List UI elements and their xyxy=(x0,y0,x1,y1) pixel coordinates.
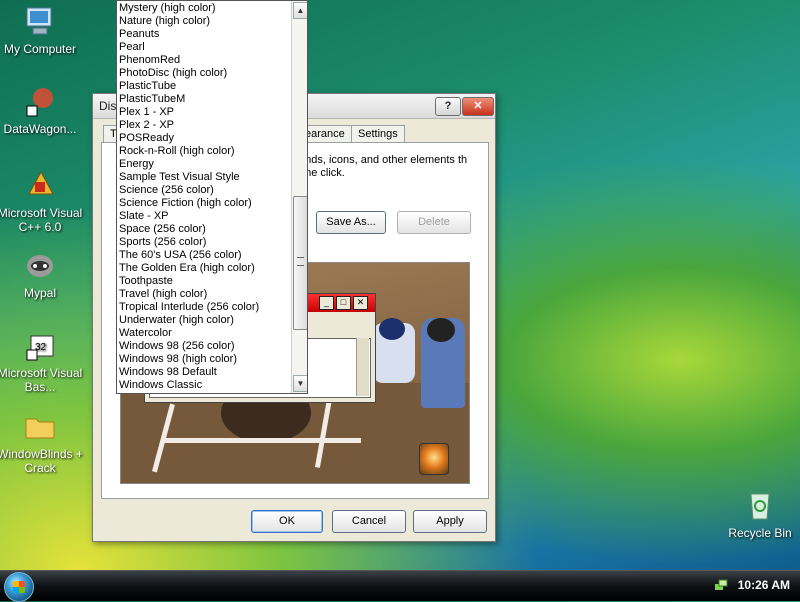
maximize-icon: □ xyxy=(336,296,351,310)
theme-list-item[interactable]: Windows 98 Default xyxy=(119,366,289,379)
theme-list-item[interactable]: Toothpaste xyxy=(119,275,289,288)
theme-list-item[interactable]: PhotoDisc (high color) xyxy=(119,67,289,80)
theme-list-item[interactable]: Nature (high color) xyxy=(119,15,289,28)
clock[interactable]: 10:26 AM xyxy=(738,578,790,592)
scroll-up-icon[interactable]: ▲ xyxy=(293,2,307,19)
theme-list-item[interactable]: Energy xyxy=(119,158,289,171)
scroll-thumb[interactable] xyxy=(293,196,307,330)
theme-list-item[interactable]: Windows 98 (high color) xyxy=(119,353,289,366)
datawagon-icon xyxy=(26,88,53,117)
theme-list-item[interactable]: Watercolor xyxy=(119,327,289,340)
desktop-icon-label: DataWagon... xyxy=(3,122,77,136)
theme-list-item[interactable]: PlasticTube xyxy=(119,80,289,93)
theme-list-item[interactable]: Peanuts xyxy=(119,28,289,41)
theme-list-item[interactable]: Travel (high color) xyxy=(119,288,289,301)
network-tray-icon[interactable] xyxy=(714,578,728,592)
preview-catcher-helmet xyxy=(379,318,405,340)
close-button[interactable]: ✕ xyxy=(462,97,494,116)
theme-list-item[interactable]: Rock-n-Roll (high color) xyxy=(119,145,289,158)
theme-list-item[interactable]: Science Fiction (high color) xyxy=(119,197,289,210)
recycle-bin-icon xyxy=(750,493,770,520)
dialog-title: Dis xyxy=(99,99,117,113)
tab-settings[interactable]: Settings xyxy=(351,125,405,143)
cancel-button[interactable]: Cancel xyxy=(332,510,406,533)
desktop-icon-label: Mypal xyxy=(23,286,56,300)
theme-list-item[interactable]: Tropical Interlude (256 color) xyxy=(119,301,289,314)
theme-list-item[interactable]: Underwater (high color) xyxy=(119,314,289,327)
theme-dropdown-list[interactable]: Mystery (high color) Nature (high color) P… xyxy=(116,0,308,394)
theme-list-item[interactable]: Plex 2 - XP xyxy=(119,119,289,132)
taskbar: 10:26 AM xyxy=(0,570,800,602)
desktop-icon-my-computer[interactable]: My Computer xyxy=(0,4,83,56)
grip-icon xyxy=(297,257,304,266)
theme-list-item[interactable]: The Golden Era (high color) xyxy=(119,262,289,275)
desktop-icon-label: My Computer xyxy=(3,42,77,56)
mypal-icon xyxy=(27,255,53,277)
desktop-icon-visual-cpp[interactable]: Microsoft Visual C++ 6.0 xyxy=(0,168,83,234)
theme-list-item[interactable]: POSReady xyxy=(119,132,289,145)
apply-button[interactable]: Apply xyxy=(413,510,487,533)
preview-chalk-line xyxy=(161,438,361,443)
save-as-button[interactable]: Save As... xyxy=(316,211,386,234)
theme-list-item[interactable]: Mystery (high color) xyxy=(119,2,289,15)
theme-list-item[interactable]: Science (256 color) xyxy=(119,184,289,197)
visual-basic-icon: 32 xyxy=(26,335,54,361)
desktop-icon-mypal[interactable]: Mypal xyxy=(0,248,83,300)
theme-list-item[interactable]: Slate - XP xyxy=(119,210,289,223)
theme-list-item[interactable]: Windows Classic xyxy=(119,379,289,392)
theme-list-item[interactable]: Pearl xyxy=(119,41,289,54)
theme-list-item[interactable]: Sports (256 color) xyxy=(119,236,289,249)
desktop-icon-windowblinds[interactable]: WindowBlinds + Crack xyxy=(0,409,83,475)
desktop-icon-recycle-bin[interactable]: Recycle Bin xyxy=(717,488,800,540)
windowblinds-icon xyxy=(419,443,449,475)
preview-scrollbar xyxy=(356,338,369,396)
theme-list-item[interactable]: Sample Test Visual Style xyxy=(119,171,289,184)
close-icon: ✕ xyxy=(353,296,368,310)
theme-list-item[interactable]: PhenomRed xyxy=(119,54,289,67)
desktop-icon-label: Microsoft Visual Bas... xyxy=(0,366,83,394)
theme-list-item[interactable]: The 60's USA (256 color) xyxy=(119,249,289,262)
help-button[interactable]: ? xyxy=(435,97,461,116)
scroll-down-icon[interactable]: ▼ xyxy=(293,375,307,392)
desktop-icon-visual-basic[interactable]: 32 Microsoft Visual Bas... xyxy=(0,328,83,394)
start-button[interactable] xyxy=(4,572,34,602)
minimize-icon: _ xyxy=(319,296,334,310)
theme-description: unds, icons, and other elements th one c… xyxy=(299,154,468,179)
desktop-icon-label: Microsoft Visual C++ 6.0 xyxy=(0,206,83,234)
ok-button[interactable]: OK xyxy=(251,510,323,533)
delete-button[interactable]: Delete xyxy=(397,211,471,234)
desktop-icon-label: WindowBlinds + Crack xyxy=(0,447,83,475)
preview-umpire-mask xyxy=(427,318,455,342)
theme-list-item[interactable]: PlasticTubeM xyxy=(119,93,289,106)
theme-list-item[interactable]: Space (256 color) xyxy=(119,223,289,236)
theme-list-item[interactable]: Plex 1 - XP xyxy=(119,106,289,119)
computer-icon xyxy=(26,7,52,35)
dropdown-scrollbar[interactable]: ▲ ▼ xyxy=(291,1,307,393)
desktop-icon-label: Recycle Bin xyxy=(728,526,792,540)
theme-list-item[interactable]: Windows 98 (256 color) xyxy=(119,340,289,353)
folder-icon xyxy=(25,418,55,439)
windows-logo-icon xyxy=(13,581,25,593)
theme-list: Mystery (high color) Nature (high color) P… xyxy=(119,2,289,392)
desktop-icon-datawagon[interactable]: DataWagon... xyxy=(0,84,83,136)
visual-cpp-icon xyxy=(28,170,54,195)
